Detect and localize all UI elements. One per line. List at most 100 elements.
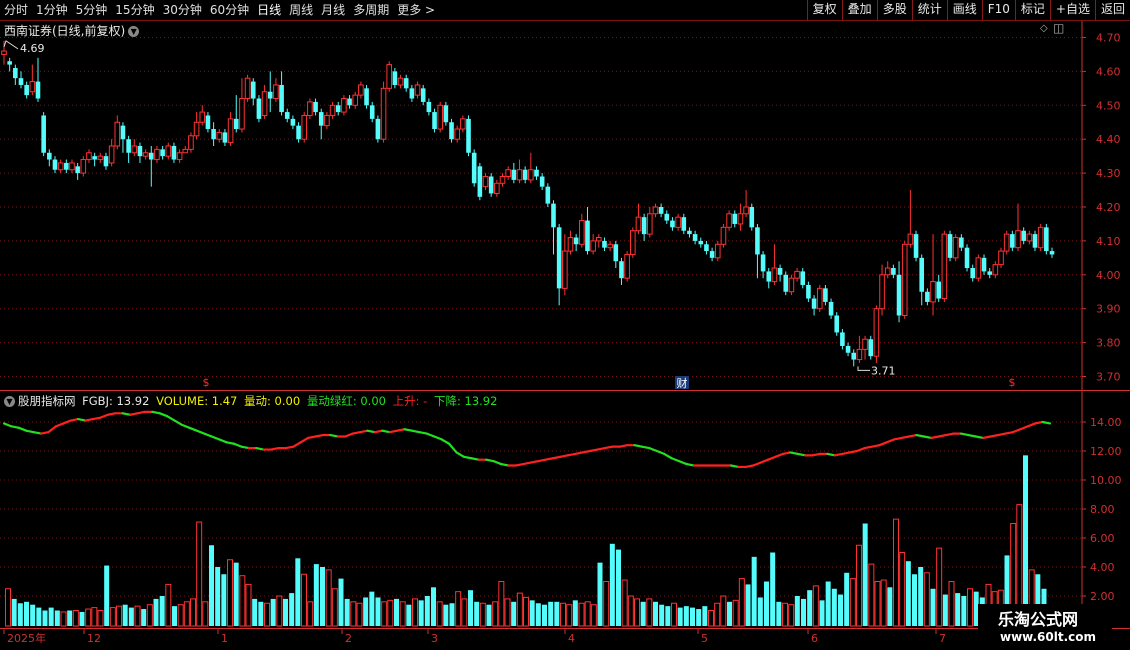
volume-bar [177,604,184,627]
candle-body [47,152,52,160]
volume-bar [770,552,776,626]
fgbj-line-segment [485,458,495,463]
volume-bar [381,601,388,627]
candle-body [851,352,857,360]
candle-body [862,338,868,350]
candle-body [687,230,692,235]
fgbj-line-segment [425,432,436,438]
candle-body [1037,226,1044,249]
volume-bar [60,611,67,627]
volume-bar [479,602,486,627]
volume-bar [819,600,825,626]
candle-body [675,216,681,228]
candle-body [884,267,891,276]
candle-body [454,128,460,140]
stock-title[interactable]: 西南证券(日线,前复权) ▼ [4,22,140,39]
low-label: 3.71 [871,364,896,377]
candle-body [335,105,341,113]
volume-bar [356,602,363,627]
fgbj-line-segment [640,445,651,450]
candle-body [992,264,999,276]
time-label: 2 [345,632,352,645]
fgbj-line-segment [670,457,681,463]
fgbj-line-segment [551,455,562,460]
volume-bar [566,604,573,627]
candle-body [658,207,664,214]
chevron-down-icon[interactable]: ▼ [4,396,15,407]
candle-body [443,105,449,123]
fgbj-line-segment [225,441,236,445]
volume-bar [252,598,258,626]
price-tick-label: 4.50 [1096,99,1121,112]
candle-body [828,301,834,316]
fgbj-line-segment [900,435,911,440]
volume-bar [97,610,104,627]
candle-body [1015,230,1021,249]
volume-bar [350,601,357,627]
fgbj-line-segment [195,429,206,435]
candle-body [432,112,437,130]
fgbj-line-segment [930,435,940,440]
volume-bar [116,605,122,627]
volume-bar [578,602,585,627]
candle-body [947,234,953,258]
fgbj-line-segment [848,449,859,454]
fgbj-line-segment [255,447,265,451]
volume-bar [849,578,856,627]
volume-bar [190,598,196,627]
candle-body [420,88,426,102]
candle-body [120,125,126,140]
volume-bar [42,610,48,626]
volume-bar [862,523,868,626]
fgbj-line-segment [893,436,903,441]
fgbj-line-segment [833,452,844,457]
fgbj-line-segment [663,452,673,460]
fgbj-line-segment [885,438,896,444]
volume-bar [159,596,165,626]
candle-body [41,115,46,153]
volume-bar [91,607,98,627]
volume-bar [887,587,893,626]
diamond-icon[interactable]: ◇ [1040,23,1048,34]
volume-bar [708,610,714,627]
candle-body [749,207,755,228]
volume-bar [665,606,671,626]
candle-body [131,145,138,154]
candle-body [256,98,262,119]
fgbj-line-segment [32,431,43,435]
candle-body [635,216,642,232]
candle-body [873,308,880,357]
volume-bar [11,598,17,626]
kline-chart[interactable]: 4.70 4.60 4.50 4.40 4.30 4.20 4.10 4.00 3.90 3.80… [0,0,1130,650]
candle-body [1044,227,1049,252]
fgbj-line-segment [648,447,658,453]
chevron-down-icon[interactable]: ▼ [128,26,140,37]
volume-bar [690,607,695,626]
fgbj-line-segment [17,426,28,432]
volume-bar [732,599,739,627]
candle-body [188,135,194,150]
fgbj-line-segment [151,410,161,415]
fgbj-line-segment [522,461,532,466]
volume-bar [375,597,381,626]
candle-body [823,288,828,302]
volume-bar [104,565,110,626]
fgbj-line-segment [210,435,221,441]
fgbj-line-segment [388,429,399,434]
price-tick-label: 4.40 [1096,133,1121,146]
indicator-name[interactable]: 股朋指标网 [18,394,76,408]
fgbj-line-segment [62,419,72,425]
volume-bar [560,602,566,627]
fgbj-line-segment [588,448,599,453]
volume-bar [554,601,560,626]
panel-toggle-icon[interactable]: ◫ [1053,21,1064,35]
fgbj-line-segment [329,433,339,438]
volume-bar [418,600,424,626]
candle-body [630,230,636,255]
candle-body [800,271,806,285]
watermark-title: 乐淘公式网 [998,610,1079,629]
price-tick-label: 3.90 [1096,303,1121,316]
volume-bar [683,606,689,626]
fgbj-line-segment [136,410,147,415]
fgbj-line-segment [996,432,1007,437]
